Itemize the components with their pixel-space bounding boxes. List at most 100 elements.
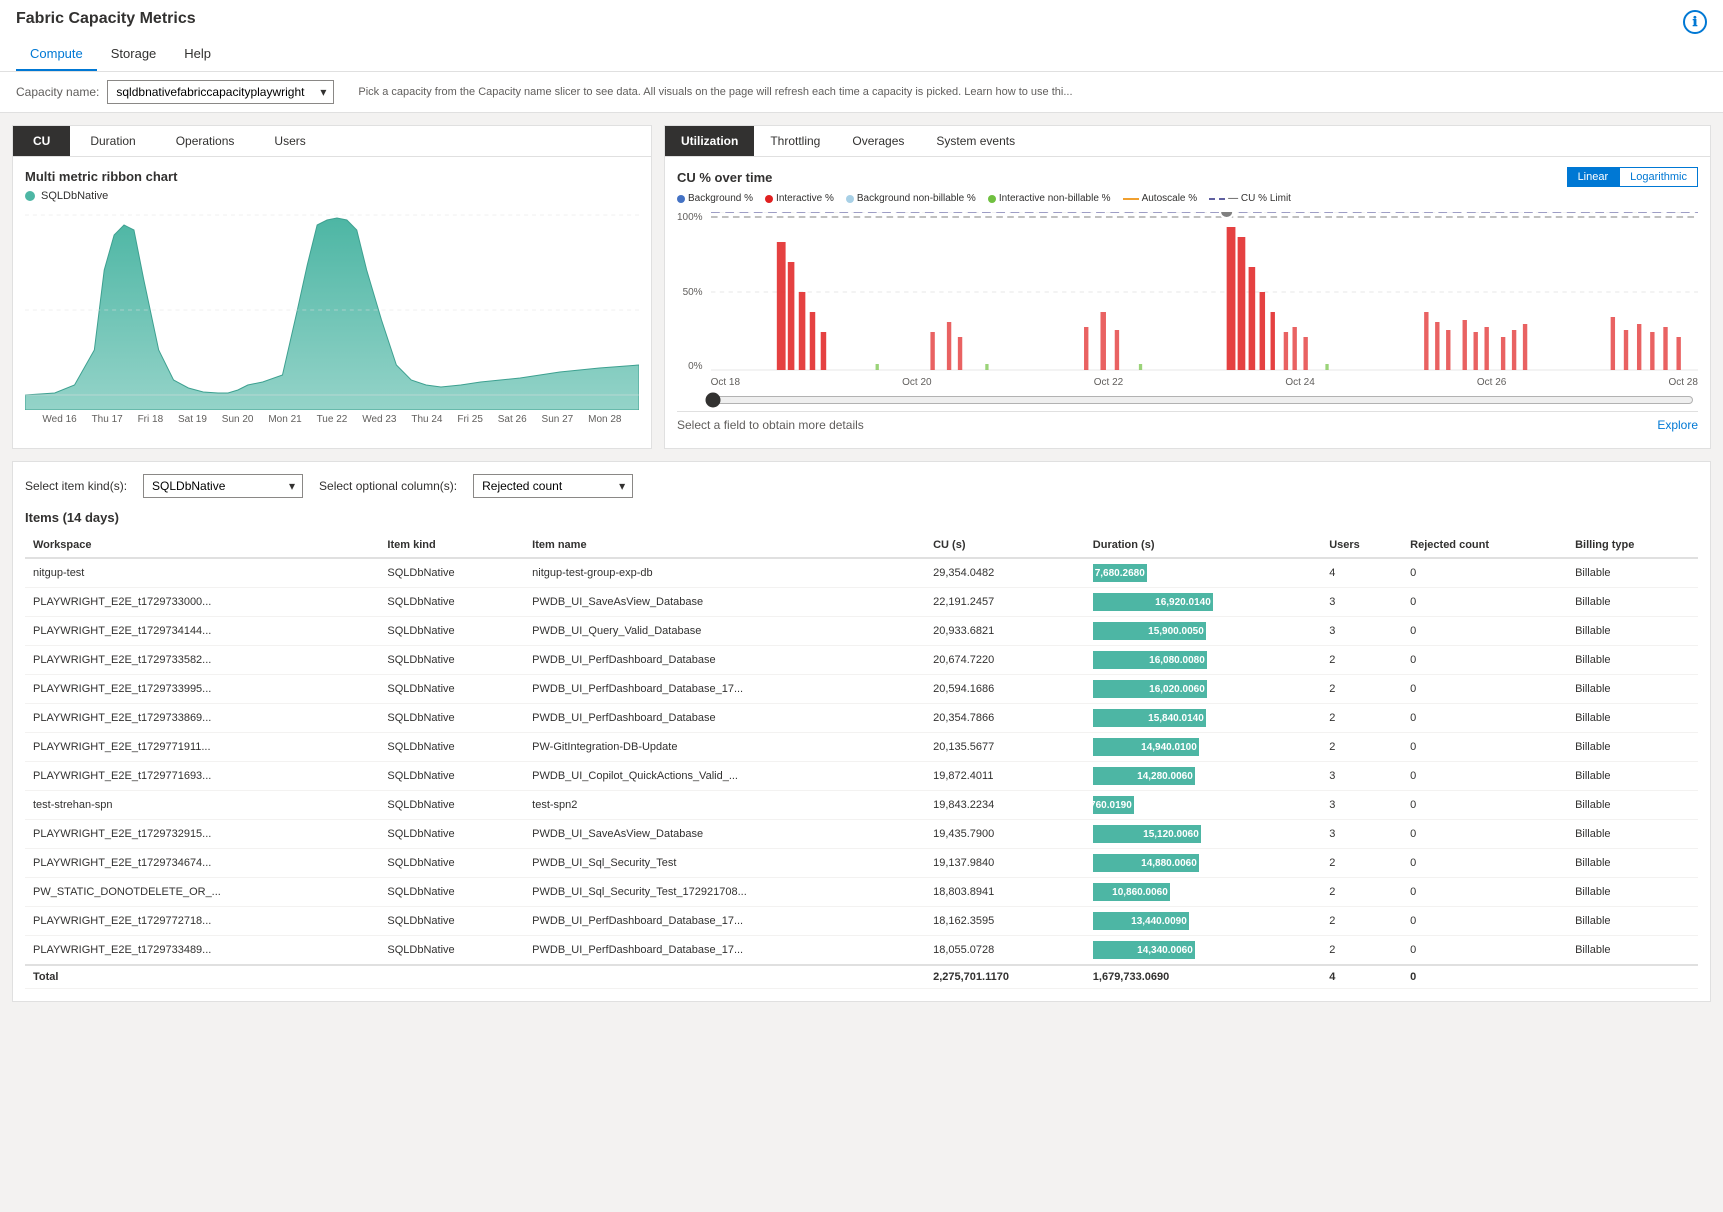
legend-item-int-nonbillable: Interactive non-billable % [988, 193, 1111, 204]
col-select[interactable]: Rejected count [473, 474, 633, 498]
cell-workspace: PLAYWRIGHT_E2E_t1729733000... [25, 588, 379, 617]
cell-rejected: 0 [1402, 675, 1567, 704]
data-table: Workspace Item kind Item name CU (s) Dur… [25, 533, 1698, 989]
tab-operations[interactable]: Operations [156, 126, 255, 156]
app-title: Fabric Capacity Metrics [16, 10, 196, 28]
y-label-50: 50% [683, 287, 703, 298]
cell-rejected: 0 [1402, 646, 1567, 675]
col-rejected[interactable]: Rejected count [1402, 533, 1567, 558]
cell-duration: 16,080.0080 [1085, 646, 1321, 675]
tab-overages[interactable]: Overages [836, 126, 920, 156]
cu-title: CU % over time [677, 170, 772, 185]
cell-rejected: 0 [1402, 617, 1567, 646]
nav-tabs: Compute Storage Help [16, 40, 1707, 71]
col-workspace[interactable]: Workspace [25, 533, 379, 558]
cell-workspace: PLAYWRIGHT_E2E_t1729733489... [25, 936, 379, 966]
cell-cu: 20,674.7220 [925, 646, 1085, 675]
x-label-oct24: Oct 24 [1285, 377, 1314, 388]
main-content: CU Duration Operations Users Multi metri… [0, 113, 1723, 1014]
cell-kind: SQLDbNative [379, 907, 524, 936]
cell-workspace: PLAYWRIGHT_E2E_t1729734144... [25, 617, 379, 646]
cell-name: PWDB_UI_PerfDashboard_Database_17... [524, 936, 925, 966]
cell-users: 3 [1321, 762, 1402, 791]
x-label: Sat 19 [178, 414, 207, 425]
range-slider[interactable] [705, 392, 1694, 408]
tab-system-events[interactable]: System events [920, 126, 1031, 156]
range-slider-container [677, 388, 1698, 411]
col-item-name[interactable]: Item name [524, 533, 925, 558]
cell-workspace: PLAYWRIGHT_E2E_t1729733582... [25, 646, 379, 675]
nav-tab-storage[interactable]: Storage [97, 40, 171, 71]
col-duration[interactable]: Duration (s) [1085, 533, 1321, 558]
cell-workspace: nitgup-test [25, 558, 379, 588]
explore-link[interactable]: Explore [1657, 418, 1698, 432]
filter-row: Select item kind(s): SQLDbNative Select … [25, 474, 1698, 498]
cell-workspace: PLAYWRIGHT_E2E_t1729734674... [25, 849, 379, 878]
cell-cu: 18,803.8941 [925, 878, 1085, 907]
tab-users[interactable]: Users [254, 126, 325, 156]
table-row: PW_STATIC_DONOTDELETE_OR_... SQLDbNative… [25, 878, 1698, 907]
cell-rejected: 0 [1402, 791, 1567, 820]
x-label: Wed 23 [362, 414, 396, 425]
x-axis-labels: Wed 16 Thu 17 Fri 18 Sat 19 Sun 20 Mon 2… [25, 414, 639, 425]
cell-kind: SQLDbNative [379, 849, 524, 878]
col-users[interactable]: Users [1321, 533, 1402, 558]
legend-dot [25, 191, 35, 201]
kind-select-wrapper[interactable]: SQLDbNative [143, 474, 303, 498]
col-item-kind[interactable]: Item kind [379, 533, 524, 558]
cell-duration: 14,940.0100 [1085, 733, 1321, 762]
tab-duration[interactable]: Duration [70, 126, 155, 156]
scale-btn-linear[interactable]: Linear [1567, 167, 1620, 187]
cell-kind: SQLDbNative [379, 733, 524, 762]
cell-billing: Billable [1567, 762, 1698, 791]
nav-tab-help[interactable]: Help [170, 40, 225, 71]
x-label-oct28: Oct 28 [1668, 377, 1697, 388]
table-row: PLAYWRIGHT_E2E_t1729772718... SQLDbNativ… [25, 907, 1698, 936]
info-icon[interactable]: ℹ [1683, 10, 1707, 34]
x-label-oct26: Oct 26 [1477, 377, 1506, 388]
tab-utilization[interactable]: Utilization [665, 126, 754, 156]
cell-rejected: 0 [1402, 907, 1567, 936]
cell-kind: SQLDbNative [379, 791, 524, 820]
scale-toggle: Linear Logarithmic [1567, 167, 1698, 187]
col-cu[interactable]: CU (s) [925, 533, 1085, 558]
cell-workspace: PW_STATIC_DONOTDELETE_OR_... [25, 878, 379, 907]
legend-item-background: Background % [677, 193, 753, 204]
legend-label-background: Background % [688, 193, 753, 204]
legend-label-interactive: Interactive % [776, 193, 834, 204]
cell-kind: SQLDbNative [379, 588, 524, 617]
cell-cu: 19,872.4011 [925, 762, 1085, 791]
x-label: Mon 28 [588, 414, 621, 425]
cell-users: 2 [1321, 646, 1402, 675]
tab-throttling[interactable]: Throttling [754, 126, 836, 156]
capacity-select-wrapper[interactable]: sqldbnativefabriccapacityplaywright [107, 80, 334, 104]
cell-cu: 20,594.1686 [925, 675, 1085, 704]
table-row: PLAYWRIGHT_E2E_t1729734674... SQLDbNativ… [25, 849, 1698, 878]
total-duration: 1,679,733.0690 [1085, 965, 1321, 989]
cell-users: 3 [1321, 791, 1402, 820]
tab-cu[interactable]: CU [13, 126, 70, 156]
table-row: PLAYWRIGHT_E2E_t1729733995... SQLDbNativ… [25, 675, 1698, 704]
col-select-wrapper[interactable]: Rejected count [473, 474, 633, 498]
cell-duration: 13,440.0090 [1085, 907, 1321, 936]
table-row: nitgup-test SQLDbNative nitgup-test-grou… [25, 558, 1698, 588]
kind-select[interactable]: SQLDbNative [143, 474, 303, 498]
legend-circle-bg-nonbillable [846, 195, 854, 203]
cell-name: PWDB_UI_PerfDashboard_Database_17... [524, 907, 925, 936]
nav-tab-compute[interactable]: Compute [16, 40, 97, 71]
cell-name: PWDB_UI_Sql_Security_Test [524, 849, 925, 878]
col-billing[interactable]: Billing type [1567, 533, 1698, 558]
x-label: Sun 20 [222, 414, 254, 425]
legend-line-cu-limit [1209, 198, 1225, 200]
table-row: PLAYWRIGHT_E2E_t1729733869... SQLDbNativ… [25, 704, 1698, 733]
legend-circle-background [677, 195, 685, 203]
right-panel: Utilization Throttling Overages System e… [664, 125, 1711, 449]
scale-btn-logarithmic[interactable]: Logarithmic [1619, 167, 1698, 187]
cell-name: PWDB_UI_PerfDashboard_Database [524, 704, 925, 733]
cell-cu: 22,191.2457 [925, 588, 1085, 617]
top-row: CU Duration Operations Users Multi metri… [12, 125, 1711, 449]
cell-cu: 18,162.3595 [925, 907, 1085, 936]
capacity-select[interactable]: sqldbnativefabriccapacityplaywright [107, 80, 334, 104]
cell-kind: SQLDbNative [379, 704, 524, 733]
cell-workspace: PLAYWRIGHT_E2E_t1729771911... [25, 733, 379, 762]
